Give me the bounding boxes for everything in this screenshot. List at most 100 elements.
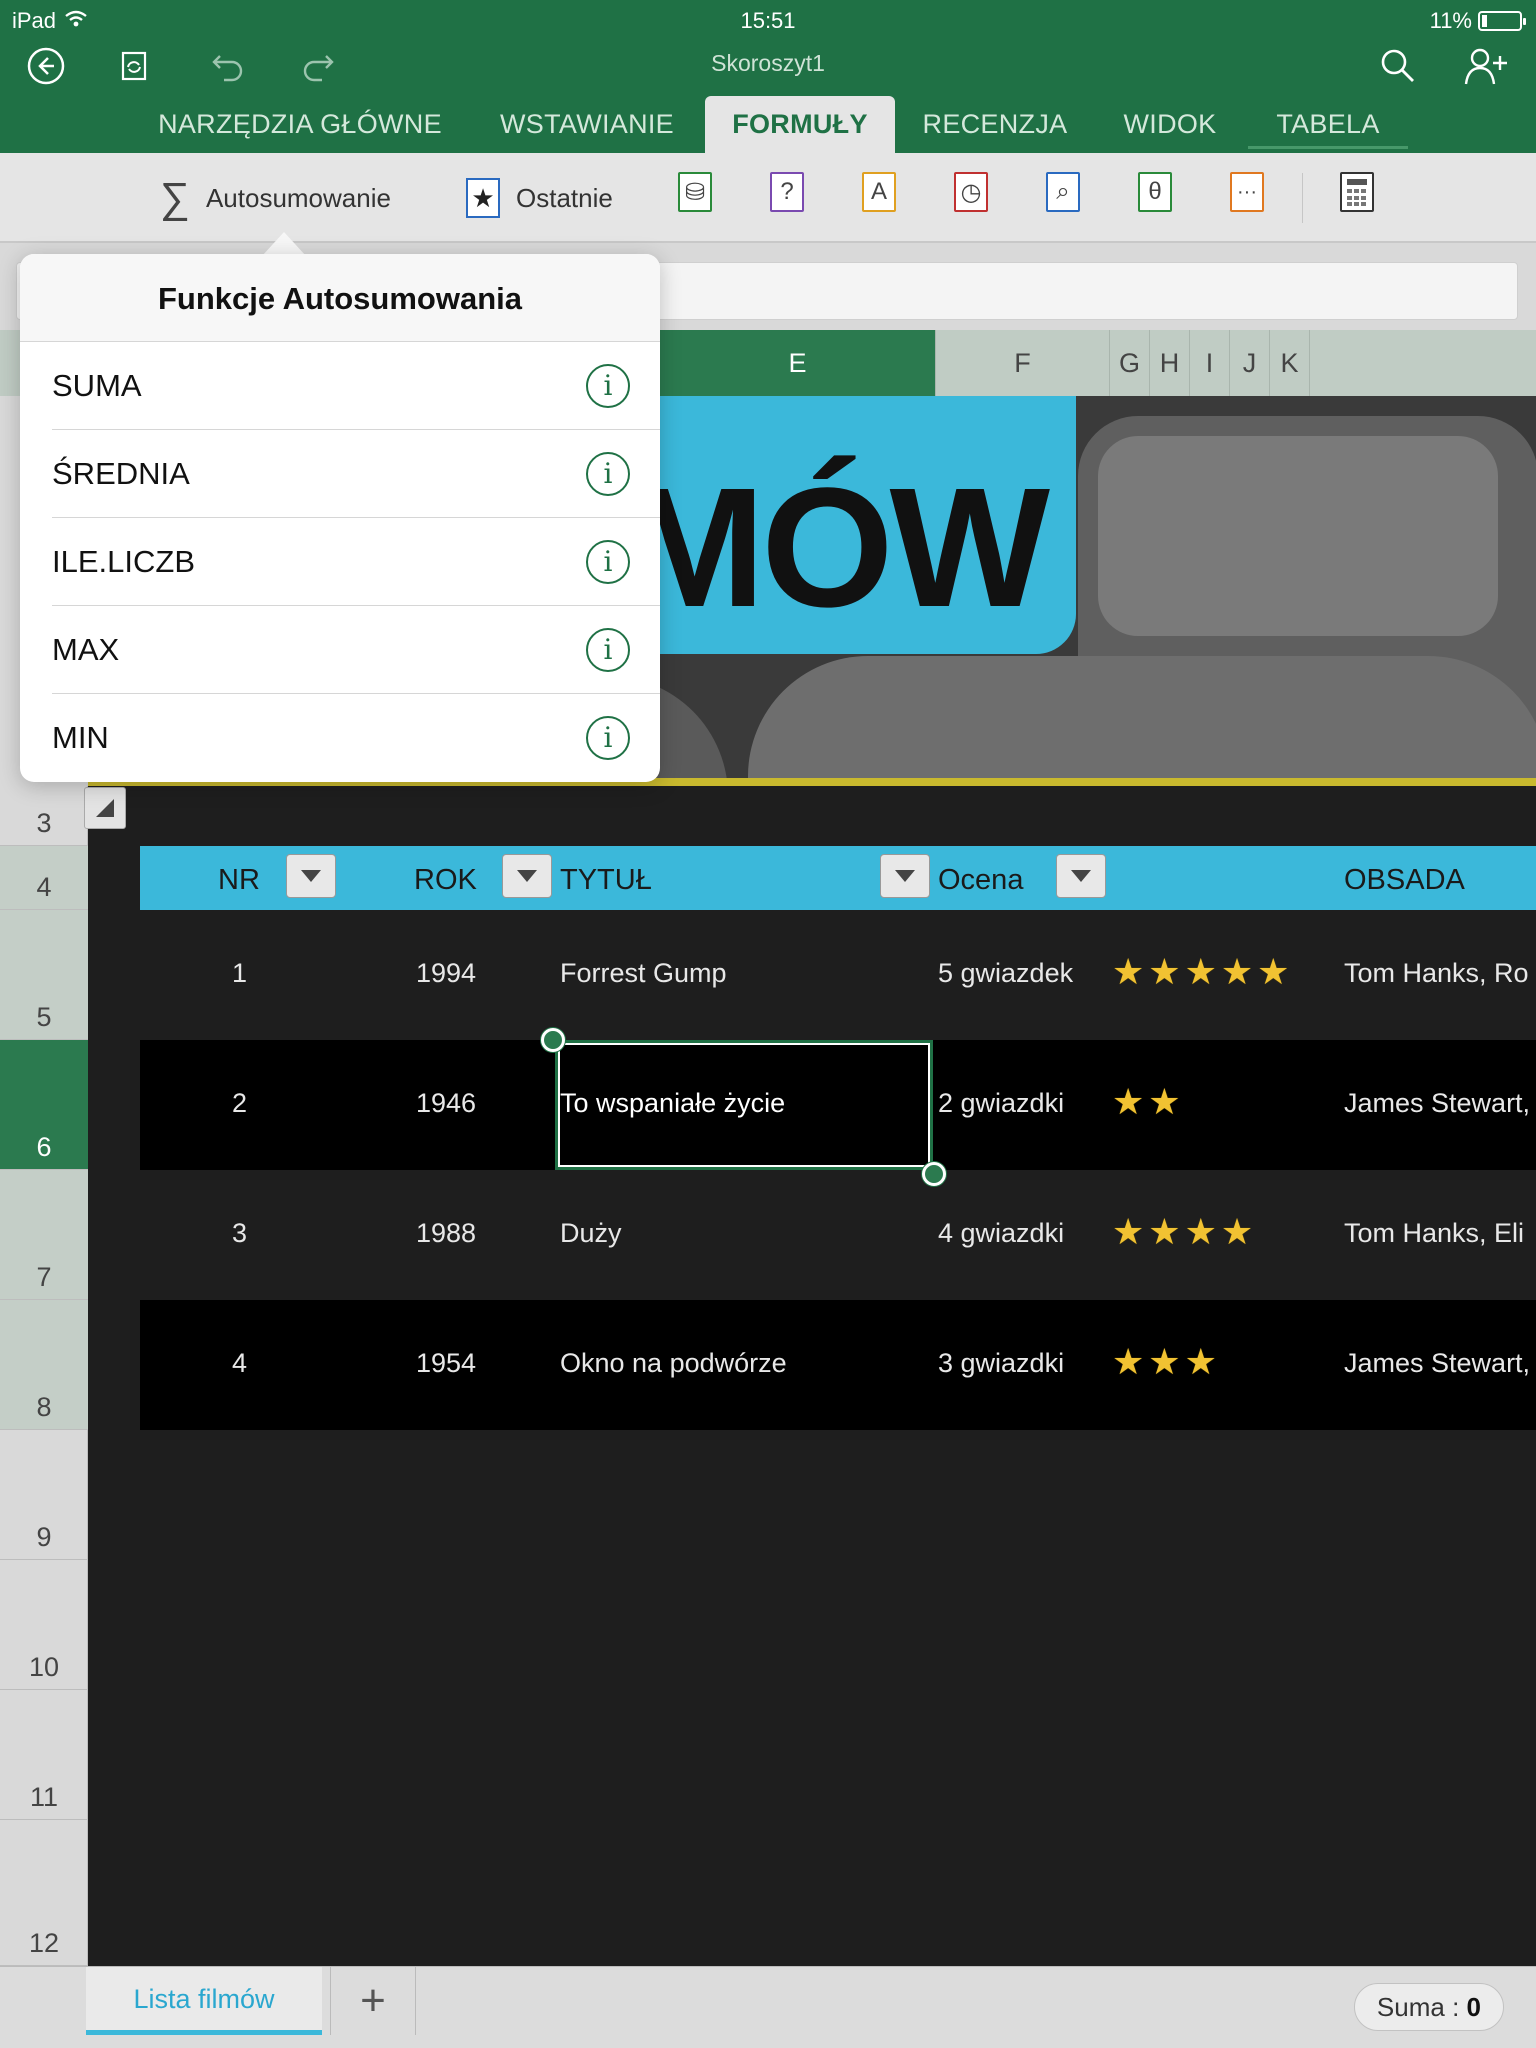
row-header-4[interactable]: 4	[0, 846, 88, 910]
tab-review[interactable]: RECENZJA	[910, 96, 1080, 153]
row-header-3[interactable]: 3	[0, 786, 88, 846]
tab-view[interactable]: WIDOK	[1110, 96, 1230, 153]
row-header-10[interactable]: 10	[0, 1560, 88, 1690]
star-icon: ★	[1220, 1211, 1254, 1252]
filter-nr-button[interactable]	[286, 854, 336, 898]
info-icon[interactable]: i	[586, 452, 630, 496]
popover-arrow	[262, 232, 306, 256]
selected-cell[interactable]	[555, 1040, 933, 1170]
top-bar: iPad 15:51 11% Skoroszyt1 NARZĘDZIA GŁÓW…	[0, 0, 1536, 153]
row-header-9[interactable]: 9	[0, 1430, 88, 1560]
header-title: TYTUŁ	[560, 864, 652, 896]
table-row[interactable]: 4 1954 Okno na podwórze 3 gwiazdki ★ ★ ★ J…	[140, 1300, 1536, 1430]
select-all-corner[interactable]	[84, 787, 126, 829]
date-time-icon[interactable]: ◷	[954, 172, 988, 212]
financial-icon[interactable]: ⛁	[678, 172, 712, 212]
cell-cast: James Stewart,	[1344, 1348, 1531, 1378]
share-person-icon[interactable]	[1464, 44, 1508, 88]
popover-title: Funkcje Autosumowania	[20, 254, 660, 342]
row-headers: 3 4 5 6 7 8 9 10 11 12	[0, 786, 88, 1966]
filter-rok-button[interactable]	[502, 854, 552, 898]
header-cast: OBSADA	[1344, 864, 1465, 896]
row-header-11[interactable]: 11	[0, 1690, 88, 1820]
rating-stars: ★ ★ ★	[1112, 1344, 1217, 1380]
function-item-srednia[interactable]: ŚREDNIA i	[52, 430, 660, 518]
cell-rok: 1994	[416, 958, 477, 988]
table-row[interactable]: 1 1994 Forrest Gump 5 gwiazdek ★ ★ ★ ★ ★ Tom…	[140, 910, 1536, 1040]
row-header-7[interactable]: 7	[0, 1170, 88, 1300]
cell-rok: 1988	[416, 1218, 477, 1248]
function-item-ile-liczb[interactable]: ILE.LICZB i	[52, 518, 660, 606]
function-label: SUMA	[52, 368, 142, 403]
table-row[interactable]: 3 1988 Duży 4 gwiazdki ★ ★ ★ ★ Tom Hanks, E…	[140, 1170, 1536, 1300]
plus-icon: +	[360, 1976, 386, 2025]
info-icon[interactable]: i	[586, 628, 630, 672]
autosum-button[interactable]: ∑ Autosumowanie	[160, 174, 391, 221]
function-item-suma[interactable]: SUMA i	[52, 342, 660, 430]
more-functions-icon[interactable]: ···	[1230, 172, 1264, 212]
table-header-row: NR ROK TYTUŁ Ocena OBSADA	[140, 846, 1536, 910]
info-icon[interactable]: i	[586, 716, 630, 760]
status-right: 11%	[1429, 8, 1526, 34]
sigma-icon: ∑	[160, 174, 190, 221]
cell-nr: 1	[232, 958, 248, 988]
filter-rating-button[interactable]	[1056, 854, 1106, 898]
sheet-tab-active[interactable]: Lista filmów	[86, 1967, 322, 2035]
sum-label: Suma :	[1376, 1992, 1460, 2022]
search-icon[interactable]	[1376, 44, 1420, 88]
cell-title: Okno na podwórze	[560, 1348, 787, 1378]
tab-home[interactable]: NARZĘDZIA GŁÓWNE	[140, 96, 460, 153]
sheet-tabs-bar: Lista filmów + Suma : 0	[0, 1966, 1536, 2048]
row-header-5[interactable]: 5	[0, 910, 88, 1040]
function-item-max[interactable]: MAX i	[52, 606, 660, 694]
info-icon[interactable]: i	[586, 364, 630, 408]
autosum-label: Autosumowanie	[205, 182, 391, 213]
math-icon[interactable]: θ	[1138, 172, 1172, 212]
tab-table[interactable]: TABELA	[1248, 96, 1408, 153]
logical-icon[interactable]: ?	[770, 172, 804, 212]
cell-cast: Tom Hanks, Eli	[1344, 1218, 1525, 1248]
document-title: Skoroszyt1	[711, 50, 825, 76]
column-header-h[interactable]: H	[1150, 330, 1190, 396]
column-header-j[interactable]: J	[1230, 330, 1270, 396]
tab-formulas[interactable]: FORMUŁY	[705, 96, 895, 153]
column-header-f[interactable]: F	[936, 330, 1110, 396]
battery-icon	[1478, 11, 1526, 31]
rating-stars: ★ ★ ★ ★	[1112, 1214, 1253, 1250]
row-header-12[interactable]: 12	[0, 1820, 88, 1966]
tab-insert[interactable]: WSTAWIANIE	[482, 96, 692, 153]
battery-percent: 11%	[1429, 8, 1472, 33]
add-sheet-button[interactable]: +	[330, 1967, 416, 2035]
selection-handle-bottom-right[interactable]	[922, 1162, 946, 1186]
star-icon: ★	[1148, 1211, 1181, 1252]
row-header-8[interactable]: 8	[0, 1300, 88, 1430]
cell-rating: 3 gwiazdki	[938, 1348, 1065, 1378]
text-icon[interactable]: A	[862, 172, 896, 212]
function-label: MAX	[52, 632, 120, 667]
row-header-6[interactable]: 6	[0, 1040, 88, 1170]
star-icon: ★	[1112, 1211, 1145, 1252]
star-icon: ★	[1184, 1341, 1217, 1382]
cell-rok: 1946	[416, 1088, 477, 1118]
status-sum: Suma : 0	[1353, 1983, 1504, 2031]
column-header-k[interactable]: K	[1270, 330, 1310, 396]
recent-functions-button[interactable]: ★ Ostatnie	[466, 175, 613, 221]
selection-handle-top-left[interactable]	[541, 1028, 565, 1052]
cell-rating: 2 gwiazdki	[938, 1088, 1065, 1118]
cell-nr: 2	[232, 1088, 248, 1118]
column-header-g[interactable]: G	[1110, 330, 1150, 396]
calculator-icon[interactable]	[1340, 172, 1374, 212]
lookup-icon[interactable]: ⌕	[1046, 172, 1080, 212]
info-icon[interactable]: i	[586, 540, 630, 584]
ribbon-separator	[1302, 173, 1303, 223]
rating-stars: ★ ★ ★ ★ ★	[1112, 954, 1289, 990]
column-header-i[interactable]: I	[1190, 330, 1230, 396]
cell-rating: 4 gwiazdki	[938, 1218, 1065, 1248]
function-item-min[interactable]: MIN i	[52, 694, 660, 782]
sum-value: 0	[1466, 1992, 1481, 2022]
column-header-e[interactable]: E	[660, 330, 936, 396]
header-nr: NR	[218, 864, 260, 896]
star-icon: ★	[1184, 1211, 1217, 1252]
star-icon: ★	[1148, 1081, 1181, 1122]
filter-title-button[interactable]	[880, 854, 930, 898]
